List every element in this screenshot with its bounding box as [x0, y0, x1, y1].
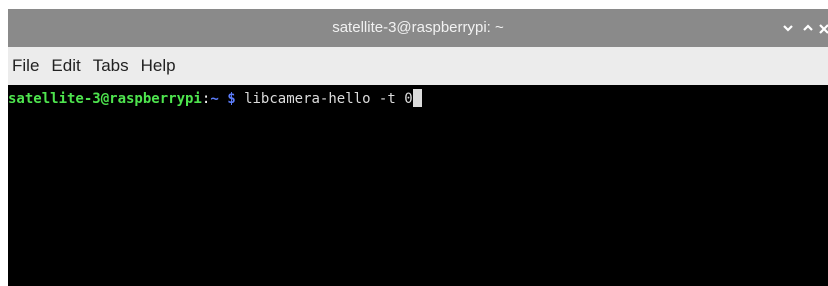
terminal-area[interactable]: satellite-3@raspberrypi:~ $ libcamera-he…	[8, 85, 828, 286]
close-button[interactable]	[818, 9, 828, 47]
chevron-up-icon	[803, 24, 813, 31]
menu-help[interactable]: Help	[135, 47, 182, 85]
close-icon	[819, 24, 828, 34]
terminal-window: satellite-3@raspberrypi: ~ File Edit Tab…	[8, 9, 828, 286]
menu-bar: File Edit Tabs Help	[8, 47, 828, 85]
prompt-line: satellite-3@raspberrypi:~ $ libcamera-he…	[8, 89, 422, 109]
window-title: satellite-3@raspberrypi: ~	[332, 19, 504, 36]
menu-tabs[interactable]: Tabs	[87, 47, 135, 85]
prompt-user-host: satellite-3@raspberrypi	[8, 91, 202, 107]
title-bar[interactable]: satellite-3@raspberrypi: ~	[8, 9, 828, 47]
menu-edit[interactable]: Edit	[45, 47, 86, 85]
prompt-path: ~	[210, 91, 219, 107]
text-cursor	[412, 89, 422, 107]
prompt-symbol: $	[227, 91, 236, 107]
minimize-button[interactable]	[778, 9, 798, 47]
window-controls	[778, 9, 828, 47]
maximize-button[interactable]	[798, 9, 818, 47]
chevron-down-icon	[783, 25, 793, 32]
command-text: libcamera-hello -t 0	[244, 91, 413, 107]
menu-file[interactable]: File	[8, 47, 45, 85]
